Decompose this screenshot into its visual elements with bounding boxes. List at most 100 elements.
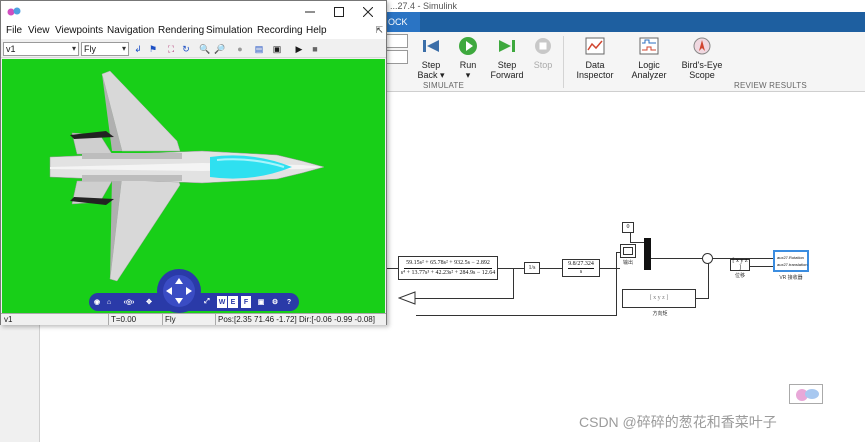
zoom-in-icon[interactable]: 🔍	[198, 42, 212, 56]
sum-block[interactable]	[702, 253, 713, 264]
desktop: ...27.4 - Simulink OCK Step Back ▾ Run ▾…	[0, 0, 865, 442]
tf-denominator: s⁴ + 13.77s³ + 42.23s² + 284.9s − 12.64	[400, 269, 496, 276]
vr-viewer-window: File View Viewpoints Navigation Renderin…	[0, 0, 387, 325]
aircraft-model	[49, 70, 325, 282]
menu-recording[interactable]: Recording	[257, 25, 303, 36]
wire	[414, 298, 514, 299]
nav-fly-icon[interactable]: ⤢	[201, 296, 213, 308]
nav-e-label: E	[230, 298, 236, 306]
step-back-label-1: Step	[421, 60, 441, 70]
return-viewpoint-icon[interactable]: ↲	[131, 42, 145, 56]
zoom-out-icon[interactable]: 🔎	[213, 42, 227, 56]
rotation-vector-label: 方向矩	[652, 311, 668, 317]
minimize-icon	[305, 11, 315, 13]
step-forward-button[interactable]: Step Forward	[490, 35, 524, 80]
transfer-fcn-block[interactable]: 59.15s² + 65.78s² + 932.5s − 2.892 s⁴ + …	[398, 256, 498, 280]
birds-eye-scope-button[interactable]: Bird's-Eye Scope	[680, 35, 724, 80]
nav-pan-icon[interactable]: ✥	[143, 296, 155, 308]
nav-screenshot-icon[interactable]: ▣	[255, 296, 267, 308]
viewer-title-bar[interactable]	[1, 1, 386, 23]
wire	[630, 242, 644, 243]
minimize-button[interactable]	[296, 3, 324, 21]
nav-tilt-icon[interactable]: ◉	[92, 296, 102, 308]
menu-file[interactable]: File	[6, 25, 22, 36]
status-divider	[215, 314, 216, 325]
feedback-gain-block[interactable]	[398, 291, 416, 305]
stop-icon[interactable]: ■	[308, 42, 322, 56]
scope-icon	[623, 247, 633, 255]
scope-block[interactable]	[620, 244, 636, 258]
birds-eye-scope-label-2: Scope	[689, 70, 715, 80]
logic-analyzer-icon	[638, 35, 660, 57]
vr-sink-label: VR 接收器	[779, 275, 803, 281]
vr-port-1: aux27.Rotation	[777, 255, 804, 260]
menu-rendering[interactable]: Rendering	[158, 25, 204, 36]
gain-block[interactable]: 9.8/27.324 s	[562, 259, 600, 277]
rotation-vector-text: [ x y z ]	[649, 295, 669, 301]
step-forward-label-1: Step	[497, 60, 517, 70]
wire	[696, 298, 709, 299]
stop-button[interactable]: Stop	[530, 35, 556, 70]
sim-mode-field[interactable]	[386, 50, 408, 64]
status-time: T=0.00	[111, 315, 137, 324]
logic-analyzer-button[interactable]: Logic Analyzer	[628, 35, 670, 80]
menu-help[interactable]: Help	[306, 25, 327, 36]
integrator-block[interactable]: 1/s	[524, 262, 540, 274]
vr-scene-canvas[interactable]	[2, 59, 385, 293]
wire	[386, 268, 398, 269]
data-inspector-icon	[584, 35, 606, 57]
menu-navigation[interactable]: Navigation	[107, 25, 154, 36]
section-simulate: SIMULATE	[423, 81, 465, 90]
viewpoint-select[interactable]: v1 ▾	[3, 42, 79, 56]
close-button[interactable]	[354, 3, 382, 21]
pin-icon[interactable]: ⇱	[375, 25, 383, 36]
vector-block[interactable]: [ x y z ]	[730, 258, 750, 271]
nav-w-button[interactable]: W	[217, 296, 227, 308]
rotation-vector-block[interactable]: [ x y z ]	[622, 289, 696, 308]
step-back-label-2: Back	[417, 70, 438, 80]
flag-icon[interactable]: ⚑	[146, 42, 160, 56]
stop-time-field[interactable]	[386, 34, 408, 48]
menu-view[interactable]: View	[28, 25, 50, 36]
step-back-icon	[420, 35, 442, 57]
undo-move-icon[interactable]: ↻	[179, 42, 193, 56]
constant-text: 0	[626, 224, 630, 230]
status-divider	[108, 314, 109, 325]
print-icon[interactable]: ▤	[252, 42, 266, 56]
chevron-down-icon: ▾	[71, 44, 76, 53]
step-back-caret: ▾	[440, 70, 445, 80]
wire	[750, 266, 773, 267]
nav-rotate-icon[interactable]: ‹◎›	[116, 296, 142, 308]
vector-label: 位移	[734, 273, 745, 279]
snapshot-icon[interactable]: ▣	[270, 42, 284, 56]
record-icon[interactable]: ●	[233, 42, 247, 56]
tab-block[interactable]: OCK	[386, 12, 420, 32]
maximize-button[interactable]	[325, 3, 353, 21]
mux-block[interactable]	[644, 238, 651, 270]
data-inspector-button[interactable]: Data Inspector	[574, 35, 616, 80]
section-review-results: REVIEW RESULTS	[734, 81, 807, 90]
chevron-down-icon: ▾	[121, 44, 126, 53]
navigation-mode-select[interactable]: Fly ▾	[81, 42, 129, 56]
run-button[interactable]: Run ▾	[454, 35, 482, 80]
ribbon-separator	[563, 36, 564, 88]
nav-settings-icon[interactable]: ⚙	[269, 296, 281, 308]
nav-f-button[interactable]: F	[241, 296, 251, 308]
step-back-button[interactable]: Step Back ▾	[416, 35, 446, 80]
data-inspector-label-1: Data	[585, 60, 605, 70]
menu-simulation[interactable]: Simulation	[206, 25, 253, 36]
nav-help-icon[interactable]: ?	[283, 296, 295, 308]
vr-thumbnail-block[interactable]	[789, 384, 823, 404]
nav-home-icon[interactable]: ⌂	[104, 296, 114, 308]
stop-label: Stop	[533, 60, 553, 70]
wire	[513, 268, 514, 298]
constant-block[interactable]: 0	[622, 222, 634, 233]
vr-sink-block[interactable]: aux27.Rotation aux27.translation	[773, 250, 809, 272]
wire	[416, 315, 617, 316]
gain-text: 9.8/27.324	[568, 260, 594, 269]
menu-viewpoints[interactable]: Viewpoints	[55, 25, 103, 36]
nav-e-button[interactable]: E	[228, 296, 238, 308]
play-icon[interactable]: ▶	[292, 42, 306, 56]
straighten-icon[interactable]: ⛶	[164, 42, 178, 56]
wire	[540, 268, 562, 269]
